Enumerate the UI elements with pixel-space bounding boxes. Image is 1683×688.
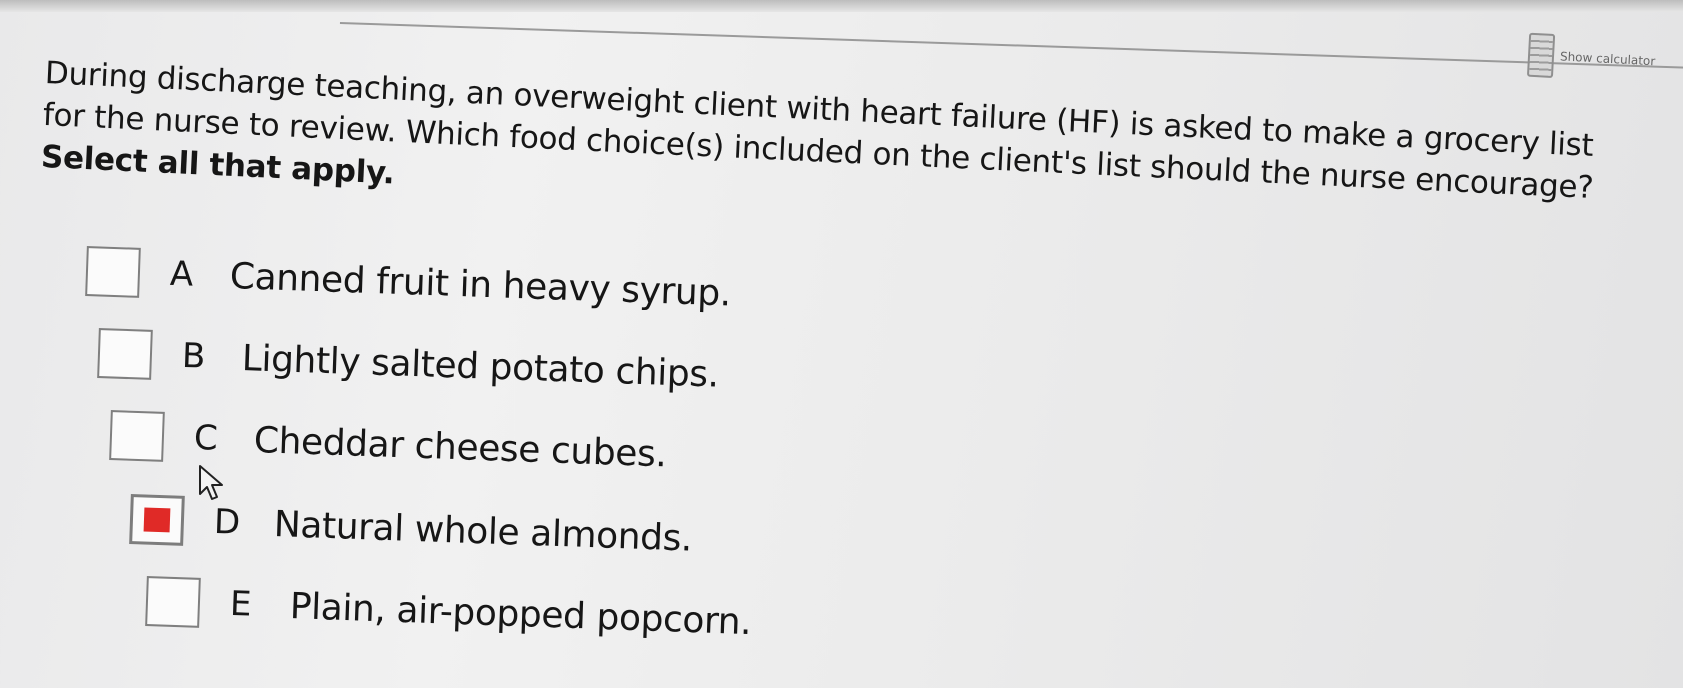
option-letter: A — [169, 253, 194, 295]
option-text: Canned fruit in heavy syrup. — [229, 255, 732, 315]
screen-bezel — [0, 0, 1683, 12]
option-letter: D — [213, 501, 241, 543]
option-text: Cheddar cheese cubes. — [253, 419, 668, 475]
option-letter: C — [193, 417, 219, 459]
checkbox-e[interactable] — [145, 576, 201, 628]
header-divider — [339, 22, 1683, 71]
option-text: Lightly salted potato chips. — [241, 337, 720, 396]
checkbox-b[interactable] — [97, 328, 153, 380]
checked-indicator — [143, 507, 171, 533]
option-c[interactable]: C Cheddar cheese cubes. — [109, 410, 667, 479]
option-e[interactable]: E Plain, air-popped popcorn. — [145, 576, 752, 647]
option-d[interactable]: D Natural whole almonds. — [129, 494, 693, 564]
option-text: Natural whole almonds. — [273, 503, 693, 560]
option-a[interactable]: A Canned fruit in heavy syrup. — [85, 246, 732, 318]
option-letter: E — [229, 583, 253, 625]
checkbox-d[interactable] — [129, 494, 185, 546]
show-calculator-label: Show calculator — [1559, 49, 1656, 69]
mouse-cursor-icon — [199, 465, 223, 500]
option-letter: B — [181, 335, 206, 377]
question-stem: During discharge teaching, an overweight… — [40, 52, 1644, 253]
checkbox-a[interactable] — [85, 246, 141, 298]
calculator-icon — [1526, 32, 1556, 78]
checkbox-c[interactable] — [109, 410, 165, 462]
show-calculator-button[interactable]: Show calculator — [1526, 32, 1656, 84]
option-text: Plain, air-popped popcorn. — [289, 585, 752, 643]
option-b[interactable]: B Lightly salted potato chips. — [97, 328, 719, 400]
